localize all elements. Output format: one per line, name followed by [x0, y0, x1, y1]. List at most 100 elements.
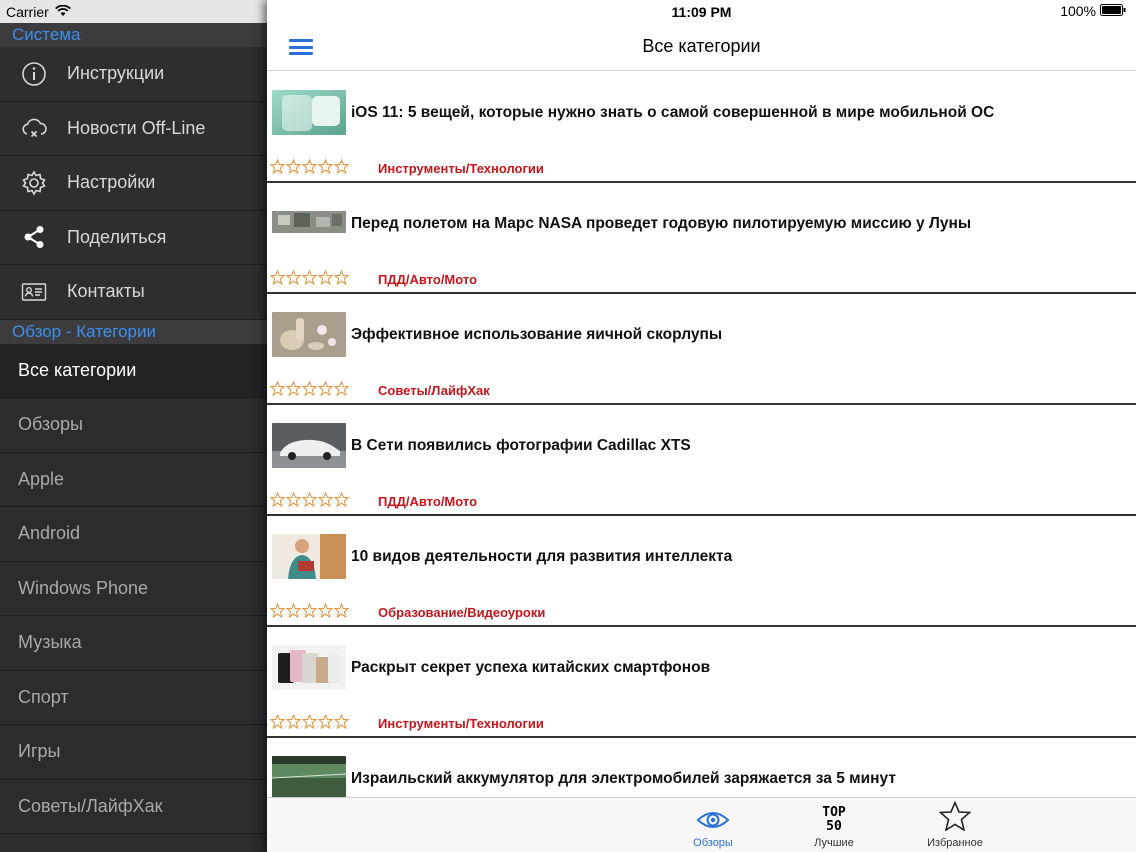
star-outline-icon[interactable] — [333, 602, 350, 623]
star-outline-icon[interactable] — [285, 158, 302, 179]
tab-reviews[interactable]: Обзоры — [673, 798, 753, 852]
rating-stars[interactable] — [269, 269, 350, 290]
article-thumbnail — [272, 201, 346, 246]
categories-section-header: Обзор - Категории — [0, 319, 267, 344]
sidebar-item-instructions[interactable]: Инструкции — [0, 47, 267, 102]
article-thumbnail — [272, 534, 346, 579]
star-outline-icon[interactable] — [269, 380, 286, 401]
tab-bar: Обзоры TOP 50 Лучшие Избранное — [267, 797, 1136, 852]
star-outline-icon[interactable] — [285, 713, 302, 734]
sidebar-item-android[interactable]: Android — [0, 507, 267, 562]
star-outline-icon[interactable] — [285, 269, 302, 290]
battery-icon — [1100, 3, 1126, 19]
sidebar-item-games[interactable]: Игры — [0, 725, 267, 780]
battery-percent: 100% — [1060, 3, 1096, 19]
rating-stars[interactable] — [269, 491, 350, 512]
main-panel: 11:09 PM 100% Все категории iOS 11: 5 ве… — [267, 0, 1136, 852]
list-item[interactable]: iOS 11: 5 вещей, которые нужно знать о с… — [267, 72, 1136, 183]
article-title: Эффективное использование яичной скорлуп… — [351, 326, 723, 343]
nav-bar: Все категории — [267, 23, 1136, 71]
star-outline-icon[interactable] — [301, 158, 318, 179]
rating-stars[interactable] — [269, 158, 350, 179]
article-list[interactable]: iOS 11: 5 вещей, которые нужно знать о с… — [267, 72, 1136, 797]
top50-icon-line: 50 — [826, 819, 842, 834]
star-outline-icon[interactable] — [317, 713, 334, 734]
sidebar-item-offline-news[interactable]: Новости Off-Line — [0, 101, 267, 156]
share-icon — [0, 223, 67, 251]
article-thumbnail — [272, 423, 346, 468]
top50-icon-line: TOP — [822, 805, 846, 820]
article-category[interactable]: Инструменты/Технологии — [378, 716, 544, 731]
article-category[interactable]: Советы/ЛайфХак — [378, 383, 490, 398]
battery-indicator: 100% — [1060, 3, 1126, 19]
article-title: В Сети появились фотографии Cadillac XTS — [351, 437, 691, 454]
star-outline-icon[interactable] — [269, 713, 286, 734]
star-outline-icon[interactable] — [333, 158, 350, 179]
list-item[interactable]: Раскрыт секрет успеха китайских смартфон… — [267, 627, 1136, 738]
tab-favorites[interactable]: Избранное — [915, 798, 995, 852]
star-outline-icon[interactable] — [317, 380, 334, 401]
sidebar-item-all-categories[interactable]: Все категории — [0, 343, 267, 398]
sidebar-item-reviews[interactable]: Обзоры — [0, 398, 267, 453]
article-category[interactable]: ПДД/Авто/Мото — [378, 494, 477, 509]
rating-stars[interactable] — [269, 380, 350, 401]
tab-label: Обзоры — [693, 837, 733, 849]
list-item[interactable]: 10 видов деятельности для развития интел… — [267, 516, 1136, 627]
status-time: 11:09 PM — [671, 3, 732, 20]
star-outline-icon[interactable] — [269, 158, 286, 179]
star-outline-icon[interactable] — [285, 380, 302, 401]
sidebar-item-label: Настройки — [67, 172, 156, 193]
contact-card-icon — [0, 278, 67, 306]
sidebar: Carrier Система Инструкции Новости Off-L… — [0, 0, 267, 852]
star-outline-icon[interactable] — [317, 602, 334, 623]
star-outline-icon[interactable] — [285, 602, 302, 623]
sidebar-item-share[interactable]: Поделиться — [0, 210, 267, 265]
star-outline-icon[interactable] — [301, 602, 318, 623]
star-outline-icon[interactable] — [317, 491, 334, 512]
article-title: Израильский аккумулятор для электромобил… — [351, 770, 896, 787]
tab-label: Избранное — [927, 837, 983, 849]
sidebar-item-apple[interactable]: Apple — [0, 452, 267, 507]
star-outline-icon[interactable] — [285, 491, 302, 512]
star-outline-icon[interactable] — [269, 491, 286, 512]
article-thumbnail — [272, 312, 346, 357]
sidebar-item-settings[interactable]: Настройки — [0, 156, 267, 211]
sidebar-item-label: Контакты — [67, 281, 145, 302]
sidebar-item-windows-phone[interactable]: Windows Phone — [0, 561, 267, 616]
article-title: iOS 11: 5 вещей, которые нужно знать о с… — [351, 104, 995, 121]
sidebar-item-lifehacks[interactable]: Советы/ЛайфХак — [0, 779, 267, 834]
star-outline-icon[interactable] — [301, 491, 318, 512]
star-outline-icon[interactable] — [333, 491, 350, 512]
sidebar-item-contacts[interactable]: Контакты — [0, 265, 267, 320]
star-outline-icon[interactable] — [269, 269, 286, 290]
star-outline-icon[interactable] — [333, 380, 350, 401]
list-item[interactable]: Израильский аккумулятор для электромобил… — [267, 738, 1136, 797]
list-item[interactable]: Перед полетом на Марс NASA проведет годо… — [267, 183, 1136, 294]
list-item[interactable]: В Сети появились фотографии Cadillac XTS… — [267, 405, 1136, 516]
info-icon — [0, 60, 67, 88]
article-category[interactable]: Инструменты/Технологии — [378, 161, 544, 176]
star-outline-icon[interactable] — [301, 713, 318, 734]
rating-stars[interactable] — [269, 602, 350, 623]
article-title: Раскрыт секрет успеха китайских смартфон… — [351, 659, 711, 676]
star-outline-icon[interactable] — [301, 269, 318, 290]
article-thumbnail — [272, 645, 346, 690]
carrier-label: Carrier — [6, 3, 49, 20]
star-outline-icon[interactable] — [333, 269, 350, 290]
star-outline-icon[interactable] — [269, 602, 286, 623]
article-category[interactable]: ПДД/Авто/Мото — [378, 272, 477, 287]
star-outline-icon[interactable] — [333, 713, 350, 734]
star-outline-icon[interactable] — [317, 158, 334, 179]
cloud-offline-icon — [0, 114, 67, 142]
top50-icon: TOP 50 — [822, 806, 845, 834]
sidebar-item-sport[interactable]: Спорт — [0, 670, 267, 725]
tab-best[interactable]: TOP 50 Лучшие — [794, 798, 874, 852]
rating-stars[interactable] — [269, 713, 350, 734]
article-category[interactable]: Образование/Видеоуроки — [378, 605, 545, 620]
article-title: 10 видов деятельности для развития интел… — [351, 548, 733, 565]
list-item[interactable]: Эффективное использование яичной скорлуп… — [267, 294, 1136, 405]
star-outline-icon[interactable] — [317, 269, 334, 290]
sidebar-item-music[interactable]: Музыка — [0, 616, 267, 671]
hamburger-menu-icon[interactable] — [289, 39, 313, 55]
star-outline-icon[interactable] — [301, 380, 318, 401]
